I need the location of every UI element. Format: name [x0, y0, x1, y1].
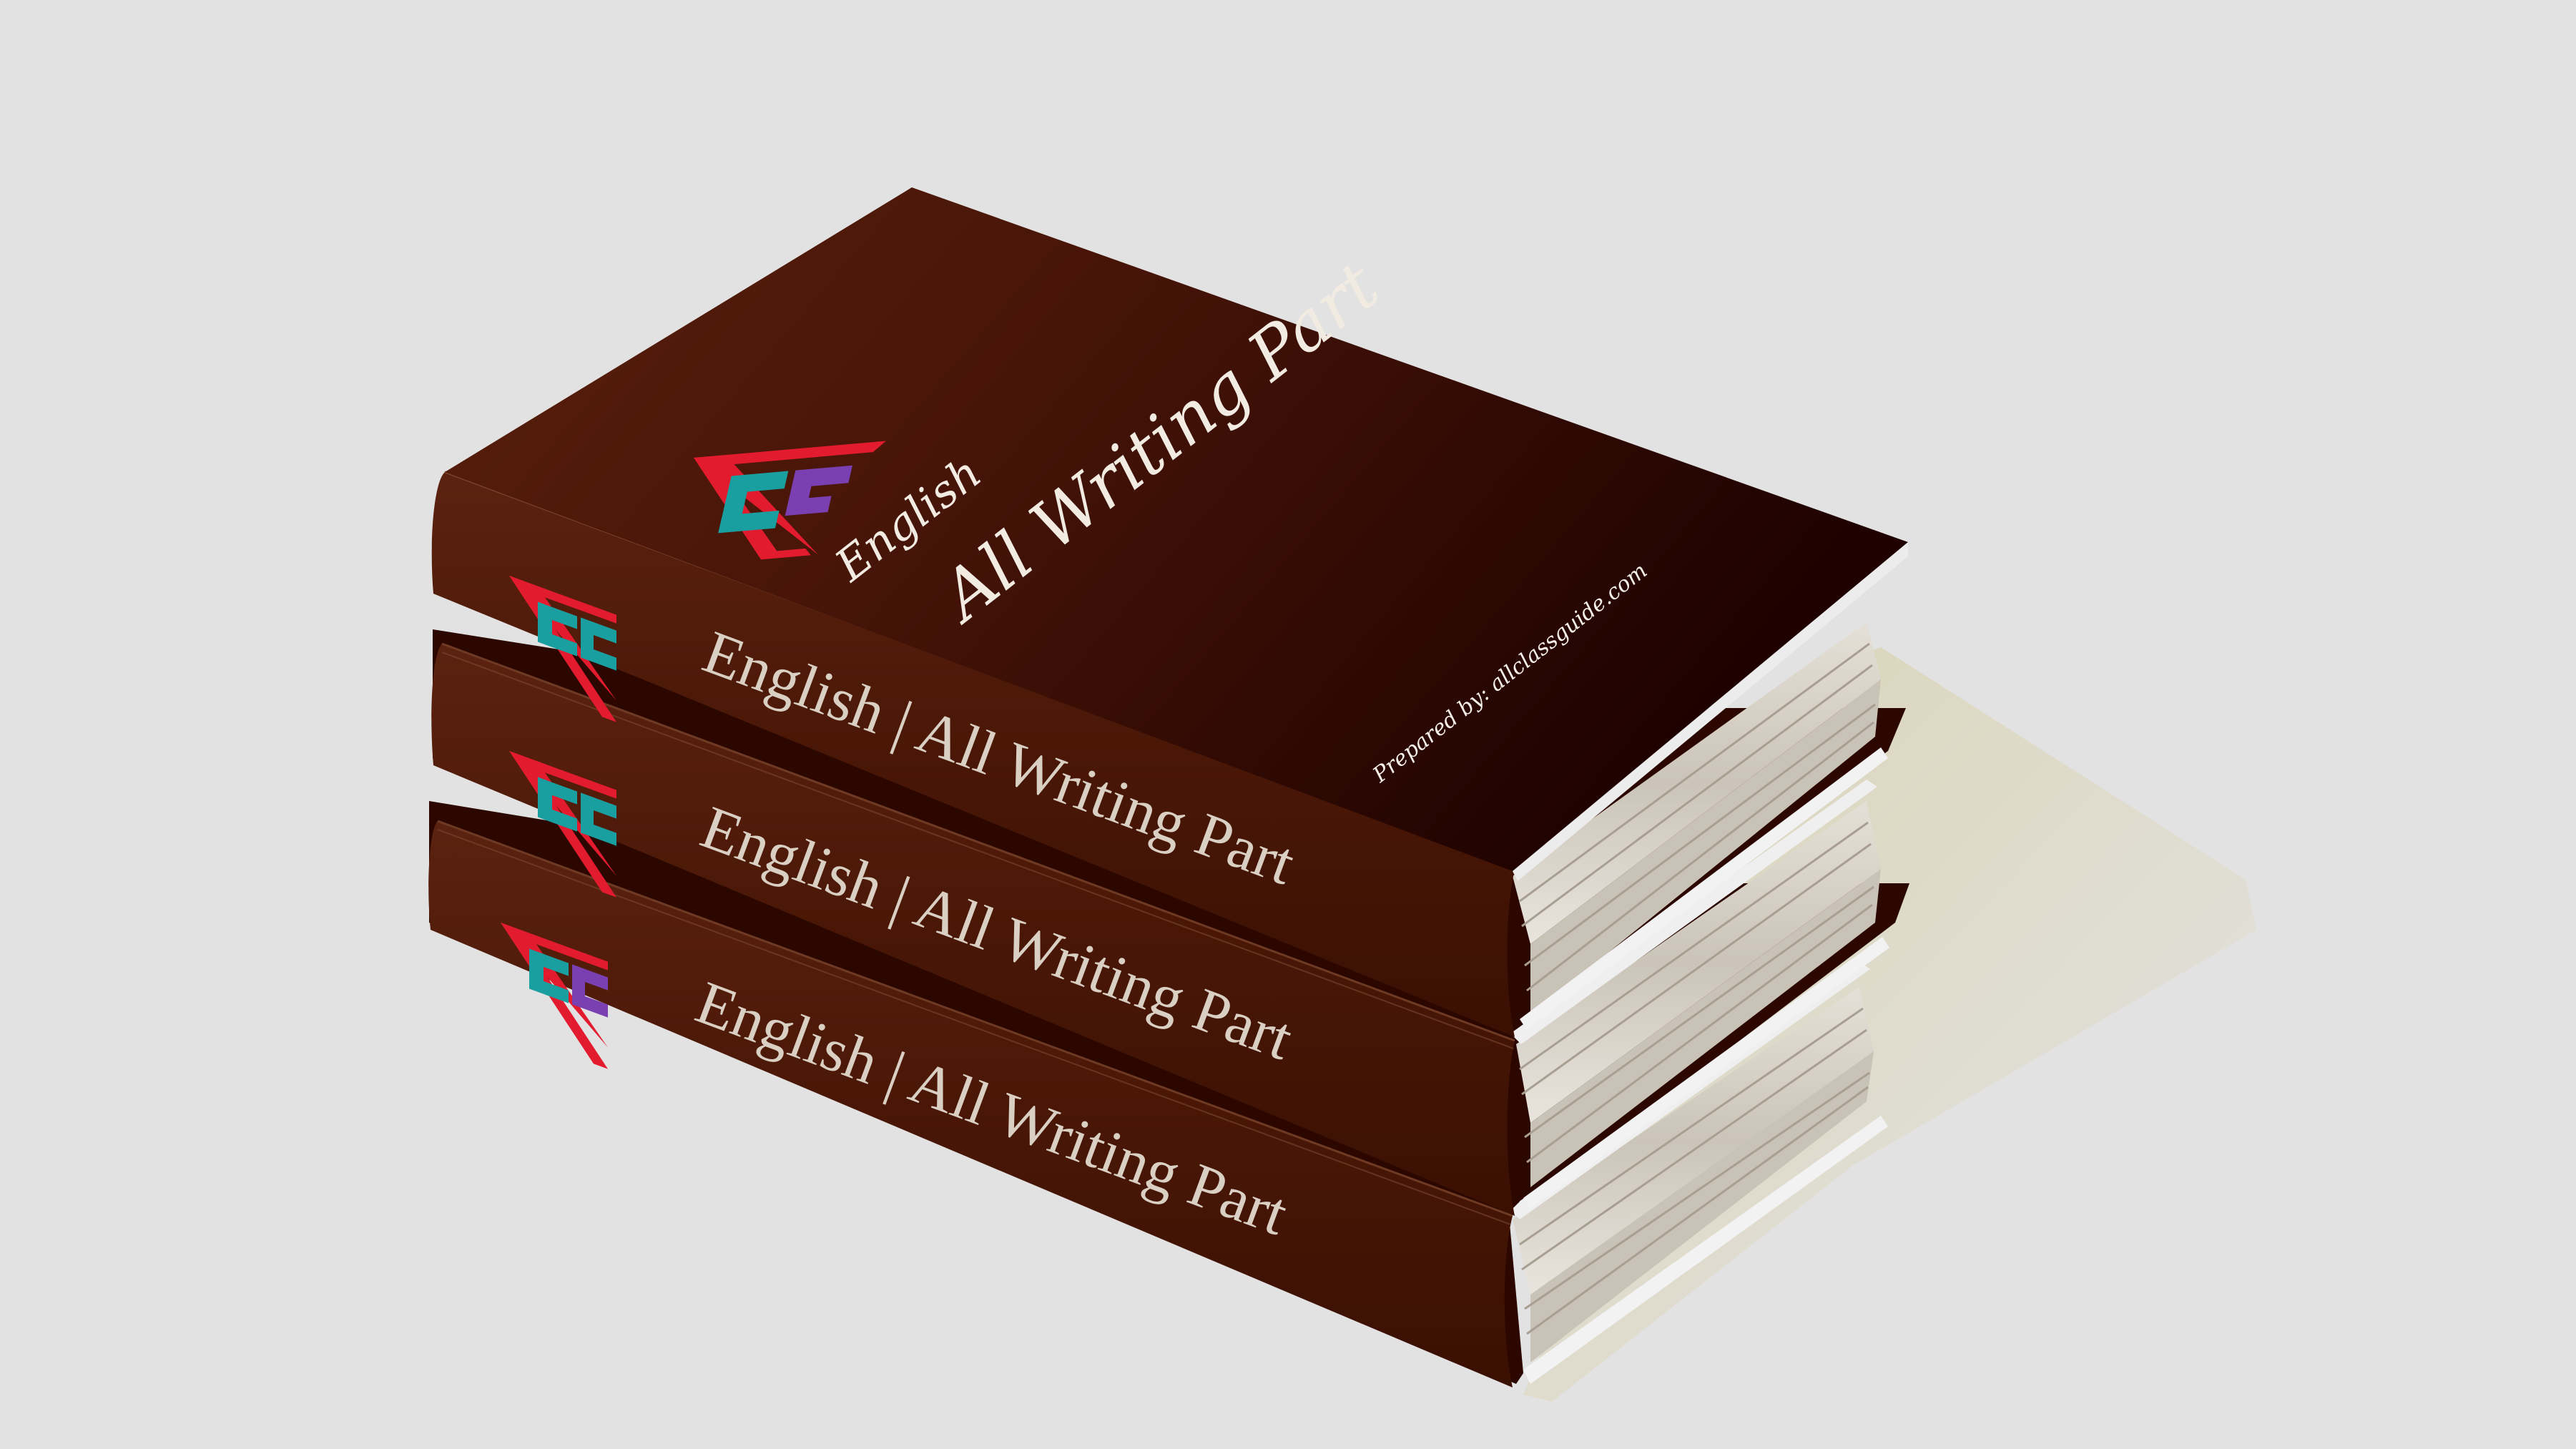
book-stack-scene: English | All Writing Part English | All… — [428, 187, 2256, 1402]
